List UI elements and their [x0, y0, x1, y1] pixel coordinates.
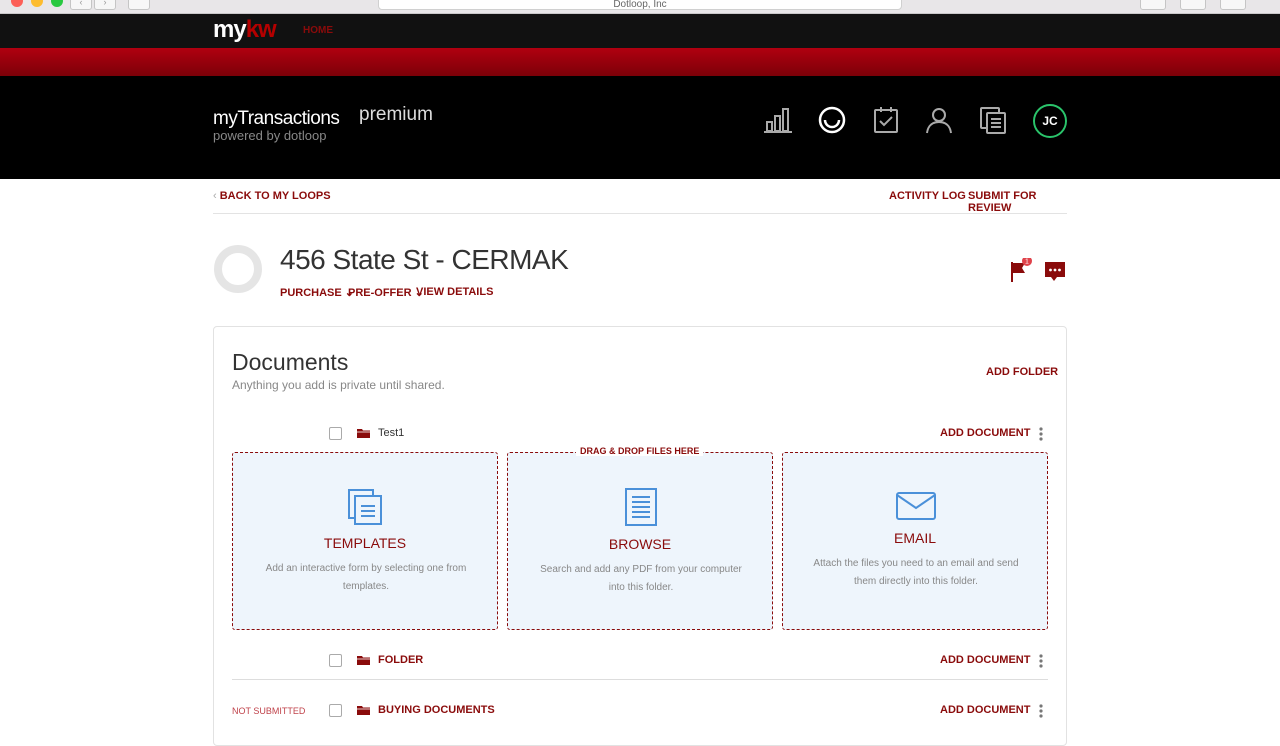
folder-row[interactable]: Test1 ADD DOCUMENT — [232, 422, 1048, 446]
status-label: PRE-OFFER — [348, 287, 412, 299]
email-title: EMAIL — [893, 530, 936, 546]
tier-label: premium — [359, 104, 433, 125]
sidebar-toggle-button[interactable] — [128, 0, 150, 10]
forward-nav-button[interactable]: › — [94, 0, 116, 10]
checklist-icon[interactable] — [870, 104, 902, 136]
documents-subtitle: Anything you add is private until shared… — [232, 378, 445, 392]
chat-icon[interactable] — [1043, 259, 1067, 283]
back-chevron-icon: ‹ — [213, 190, 220, 202]
folder-checkbox[interactable] — [329, 427, 342, 440]
document-icon — [625, 488, 657, 526]
row-divider — [232, 679, 1048, 680]
more-options-icon[interactable] — [1036, 702, 1046, 720]
loop-icon[interactable] — [816, 104, 848, 136]
app-header — [0, 76, 1280, 179]
drag-drop-label: DRAG & DROP FILES HERE — [576, 446, 704, 456]
activity-log-link[interactable]: ACTIVITY LOG — [889, 190, 966, 202]
browse-option[interactable]: BROWSE Search and add any PDF from your … — [507, 452, 773, 630]
logo-my: my — [213, 16, 247, 43]
close-window-button[interactable] — [11, 0, 23, 7]
tabs-button[interactable] — [1220, 0, 1246, 10]
templates-option[interactable]: TEMPLATES Add an interactive form by sel… — [232, 452, 498, 630]
extension-button[interactable] — [1140, 0, 1166, 10]
status-badge: NOT SUBMITTED — [232, 706, 306, 716]
share-button[interactable] — [1180, 0, 1206, 10]
url-text: Dotloop, Inc — [613, 0, 667, 10]
flag-count: 1 — [1025, 259, 1029, 266]
add-document-button[interactable]: ADD DOCUMENT — [940, 654, 1030, 666]
transaction-type-dropdown[interactable]: PURCHASE ⌄ — [280, 286, 354, 299]
back-to-loops-link[interactable]: ‹ BACK TO MY LOOPS — [213, 190, 331, 202]
folder-icon — [357, 656, 370, 665]
red-banner — [0, 48, 1280, 76]
url-bar[interactable]: Dotloop, Inc — [378, 0, 902, 10]
more-options-icon[interactable] — [1036, 425, 1046, 443]
mykw-bar — [0, 14, 1280, 48]
submit-for-review-link[interactable]: SUBMIT FOR REVIEW — [968, 190, 1067, 214]
documents-title: Documents — [232, 349, 349, 375]
folder-checkbox[interactable] — [329, 654, 342, 667]
loop-subnav: ‹ BACK TO MY LOOPS ACTIVITY LOG SUBMIT F… — [213, 190, 1067, 214]
logo-kw: kw — [245, 16, 277, 43]
browser-toolbar: ‹ › Dotloop, Inc — [0, 0, 1280, 14]
folder-name: FOLDER — [378, 654, 424, 666]
home-link[interactable]: HOME — [303, 25, 333, 36]
folder-icon — [357, 429, 370, 438]
email-option[interactable]: EMAIL Attach the files you need to an em… — [782, 452, 1048, 630]
envelope-icon — [896, 492, 936, 520]
back-label: BACK TO MY LOOPS — [219, 190, 331, 202]
folder-row[interactable]: NOT SUBMITTED BUYING DOCUMENTS ADD DOCUM… — [232, 699, 1048, 723]
templates-description: Add an interactive form by selecting one… — [265, 563, 467, 592]
templates-icon — [348, 489, 382, 525]
documents-icon[interactable] — [977, 104, 1009, 136]
powered-by: powered by dotloop — [213, 128, 327, 143]
folder-checkbox[interactable] — [329, 704, 342, 717]
add-document-button[interactable]: ADD DOCUMENT — [940, 427, 1030, 439]
brand-title: myTransactions — [213, 108, 340, 129]
loop-progress-ring — [214, 245, 262, 293]
folder-name: BUYING DOCUMENTS — [378, 704, 495, 716]
flag-icon[interactable]: 1 — [1008, 258, 1034, 284]
avatar[interactable]: JC — [1033, 104, 1067, 138]
email-description: Attach the files you need to an email an… — [813, 558, 1019, 587]
templates-title: TEMPLATES — [323, 535, 407, 551]
page-title: 456 State St - CERMAK — [280, 244, 569, 275]
more-options-icon[interactable] — [1036, 652, 1046, 670]
bar-chart-icon[interactable] — [762, 104, 794, 136]
transaction-type-label: PURCHASE — [280, 287, 342, 299]
mykw-logo[interactable]: mykw — [213, 16, 277, 44]
folder-row[interactable]: FOLDER ADD DOCUMENT — [232, 649, 1048, 673]
folder-icon — [357, 706, 370, 715]
view-details-link[interactable]: VIEW DETAILS — [416, 286, 493, 298]
minimize-window-button[interactable] — [31, 0, 43, 7]
status-dropdown[interactable]: PRE-OFFER ⌄ — [348, 286, 424, 299]
back-nav-button[interactable]: ‹ — [70, 0, 92, 10]
browse-description: Search and add any PDF from your compute… — [540, 564, 742, 593]
zoom-window-button[interactable] — [51, 0, 63, 7]
add-document-button[interactable]: ADD DOCUMENT — [940, 704, 1030, 716]
browse-title: BROWSE — [608, 536, 672, 552]
person-icon[interactable] — [923, 104, 955, 136]
add-folder-button[interactable]: ADD FOLDER — [986, 366, 1058, 378]
folder-name: Test1 — [378, 427, 405, 439]
